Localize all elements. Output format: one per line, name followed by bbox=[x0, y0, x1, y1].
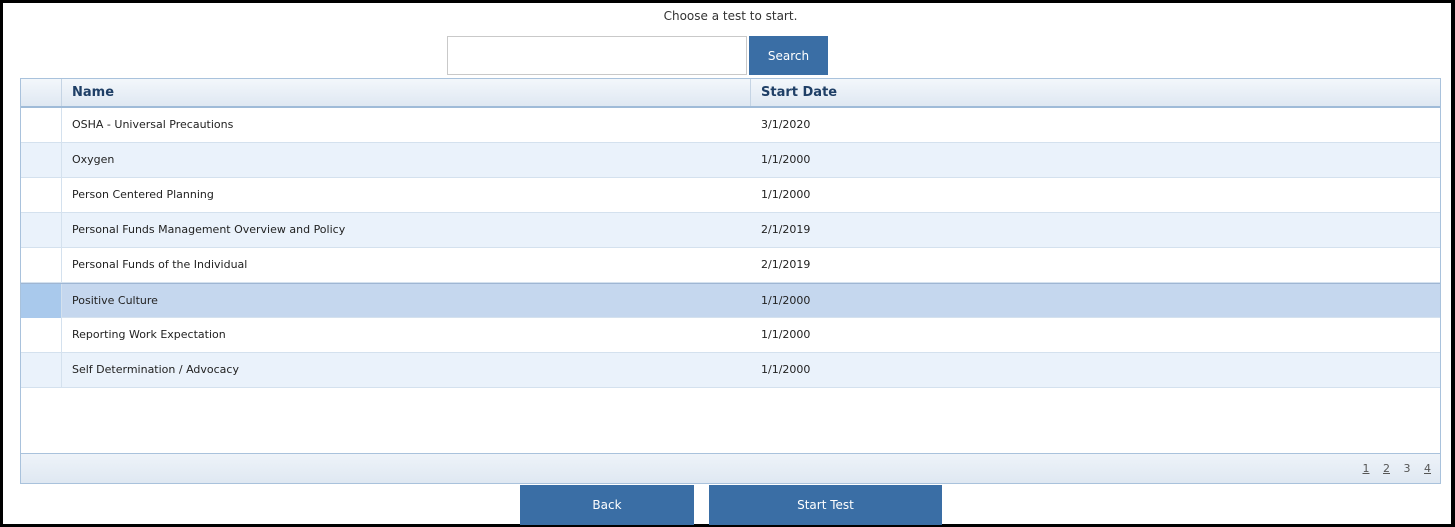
test-name: Personal Funds Management Overview and P… bbox=[72, 223, 346, 236]
page-link-4[interactable]: 4 bbox=[1424, 462, 1431, 475]
table-row[interactable]: Reporting Work Expectation 1/1/2000 bbox=[21, 318, 1440, 353]
row-selector[interactable] bbox=[21, 248, 62, 282]
test-name: Personal Funds of the Individual bbox=[72, 258, 248, 271]
table-row-selected[interactable]: Positive Culture 1/1/2000 bbox=[21, 283, 1440, 318]
test-name: Reporting Work Expectation bbox=[72, 328, 226, 341]
table-row[interactable]: Self Determination / Advocacy 1/1/2000 bbox=[21, 353, 1440, 388]
pager: 1 2 3 4 bbox=[21, 453, 1440, 483]
row-selector[interactable] bbox=[21, 284, 62, 318]
row-selector[interactable] bbox=[21, 318, 62, 352]
row-selector[interactable] bbox=[21, 353, 62, 387]
page-links: 1 2 3 4 bbox=[1353, 454, 1432, 483]
table-row[interactable]: Personal Funds of the Individual 2/1/201… bbox=[21, 248, 1440, 283]
table-row[interactable]: Person Centered Planning 1/1/2000 bbox=[21, 178, 1440, 213]
test-start-date: 3/1/2020 bbox=[761, 118, 811, 131]
search-input[interactable] bbox=[447, 36, 747, 75]
test-name: Self Determination / Advocacy bbox=[72, 363, 239, 376]
name-column-header[interactable]: Name bbox=[62, 79, 751, 106]
page-link-2[interactable]: 2 bbox=[1383, 462, 1390, 475]
test-start-date: 2/1/2019 bbox=[761, 258, 811, 271]
table-row[interactable]: OSHA - Universal Precautions 3/1/2020 bbox=[21, 108, 1440, 143]
table-row[interactable]: Oxygen 1/1/2000 bbox=[21, 143, 1440, 178]
start-test-button[interactable]: Start Test bbox=[709, 485, 942, 525]
tests-grid: Name Start Date OSHA - Universal Precaut… bbox=[20, 78, 1441, 484]
row-selector[interactable] bbox=[21, 143, 62, 177]
test-start-date: 1/1/2000 bbox=[761, 294, 811, 307]
select-column-header bbox=[21, 79, 62, 106]
test-start-date: 2/1/2019 bbox=[761, 223, 811, 236]
test-name: Person Centered Planning bbox=[72, 188, 214, 201]
instruction-text: Choose a test to start. bbox=[663, 9, 798, 23]
row-selector[interactable] bbox=[21, 213, 62, 247]
grid-header: Name Start Date bbox=[21, 79, 1440, 108]
test-name: Positive Culture bbox=[72, 294, 158, 307]
test-start-date: 1/1/2000 bbox=[761, 188, 811, 201]
start-date-column-header[interactable]: Start Date bbox=[751, 79, 1440, 106]
row-selector[interactable] bbox=[21, 108, 62, 142]
back-button[interactable]: Back bbox=[520, 485, 694, 525]
test-name: OSHA - Universal Precautions bbox=[72, 118, 234, 131]
test-name: Oxygen bbox=[72, 153, 115, 166]
page-current-3: 3 bbox=[1403, 462, 1411, 475]
page-link-1[interactable]: 1 bbox=[1363, 462, 1370, 475]
test-start-date: 1/1/2000 bbox=[761, 153, 811, 166]
app-window: Choose a test to start. Search Name Star… bbox=[0, 0, 1455, 527]
table-row[interactable]: Personal Funds Management Overview and P… bbox=[21, 213, 1440, 248]
row-selector[interactable] bbox=[21, 178, 62, 212]
test-start-date: 1/1/2000 bbox=[761, 363, 811, 376]
search-button[interactable]: Search bbox=[749, 36, 828, 75]
test-start-date: 1/1/2000 bbox=[761, 328, 811, 341]
